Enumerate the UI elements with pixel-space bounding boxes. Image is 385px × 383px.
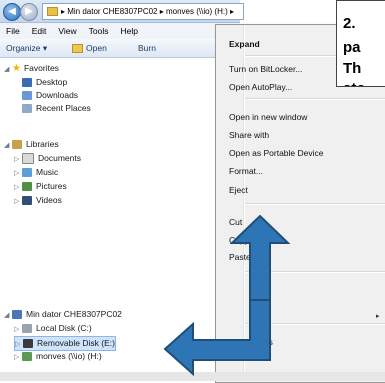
arrow-up-icon	[229, 214, 291, 301]
annotation-arrows	[163, 214, 291, 377]
arrow-left-icon	[163, 299, 271, 377]
